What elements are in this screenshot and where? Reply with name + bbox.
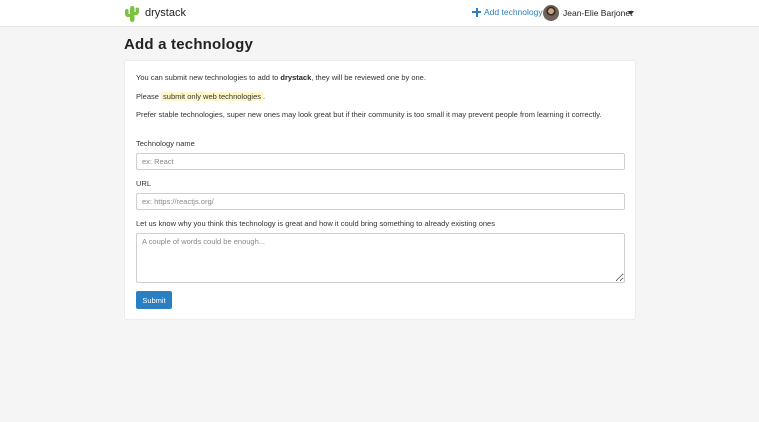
submit-button[interactable]: Submit bbox=[136, 291, 172, 309]
intro-brand: drystack bbox=[280, 73, 312, 82]
url-input[interactable] bbox=[136, 193, 625, 210]
reason-label: Let us know why you think this technolog… bbox=[136, 219, 495, 228]
reason-textarea[interactable] bbox=[136, 233, 625, 283]
intro-line-3: Prefer stable technologies, super new on… bbox=[136, 110, 602, 119]
intro-highlight: submit only web technologies bbox=[161, 92, 264, 101]
plus-icon bbox=[472, 7, 481, 17]
add-technology-label: Add technology bbox=[484, 7, 543, 17]
intro-line-2: Please submit only web technologies. bbox=[136, 92, 265, 101]
caret-down-icon[interactable] bbox=[628, 11, 634, 15]
add-technology-link[interactable]: Add technology bbox=[472, 7, 543, 17]
intro-line-1: You can submit new technologies to add t… bbox=[136, 73, 426, 82]
url-label: URL bbox=[136, 179, 152, 188]
add-technology-card: You can submit new technologies to add t… bbox=[124, 60, 636, 320]
brand-name[interactable]: drystack bbox=[145, 7, 186, 19]
technology-name-input[interactable] bbox=[136, 153, 625, 170]
page-title: Add a technology bbox=[124, 36, 254, 53]
top-navbar: drystack Add technology Jean-Elie Barjon… bbox=[0, 0, 759, 27]
intro-line-1-prefix: You can submit new technologies to add t… bbox=[136, 73, 279, 82]
intro-line-1-suffix: , they will be reviewed one by one. bbox=[311, 73, 426, 82]
intro-line-2-suffix: . bbox=[263, 92, 266, 101]
cactus-icon[interactable] bbox=[124, 5, 140, 22]
user-name[interactable]: Jean-Elie Barjonet bbox=[563, 8, 632, 18]
avatar[interactable] bbox=[543, 5, 559, 21]
technology-name-label: Technology name bbox=[136, 139, 195, 148]
intro-line-2-prefix: Please bbox=[136, 92, 159, 101]
